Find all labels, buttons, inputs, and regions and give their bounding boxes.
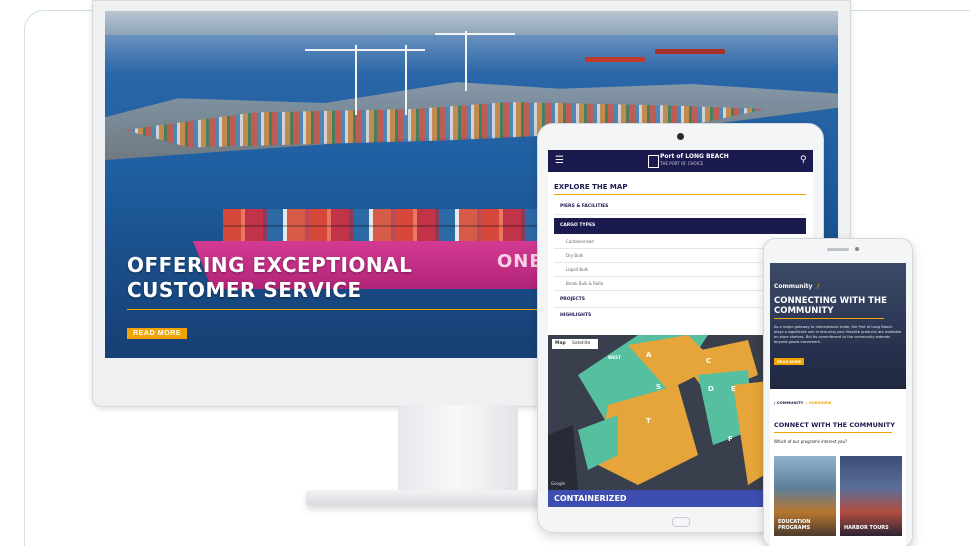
search-icon[interactable]: ⚲	[800, 155, 807, 165]
hero-headline-line1: OFFERING EXCEPTIONAL	[127, 253, 413, 277]
phone-speaker	[827, 248, 849, 251]
map-zone-label[interactable]: E	[731, 385, 736, 393]
map-attribution: Google	[551, 481, 566, 486]
menu-item-label: CARGO TYPES	[560, 223, 596, 228]
hero-headline: OFFERING EXCEPTIONAL CUSTOMER SERVICE	[127, 253, 487, 303]
showcase-frame: ONE OFFERING EXCEPTIONAL CUSTOMER SERVIC…	[0, 0, 970, 546]
site-logo-tagline: THE PORT OF CHOICE	[660, 161, 704, 166]
program-card-label: EDUCATION PROGRAMS	[778, 519, 811, 531]
crane	[405, 45, 407, 115]
monitor-stand-neck	[398, 405, 518, 493]
map-zone-label[interactable]: C	[706, 357, 711, 365]
hero-section-slash: /	[817, 283, 820, 290]
community-intro: As a major gateway to international trad…	[774, 325, 902, 344]
tablet-navbar: ☰ Port of LONG BEACH THE PORT OF CHOICE …	[548, 150, 813, 172]
phone-camera	[855, 247, 859, 251]
map-zone-label[interactable]: A	[646, 351, 651, 359]
program-card-education[interactable]: EDUCATION PROGRAMS	[774, 456, 836, 536]
phone-screen: Community / CONNECTING WITH THE COMMUNIT…	[770, 263, 906, 546]
submenu-item-dry-bulk[interactable]: Dry Bulk	[566, 253, 583, 258]
crane-arm	[435, 33, 515, 35]
site-logo-text[interactable]: Port of LONG BEACH	[660, 153, 729, 160]
breadcrumb-community[interactable]: / COMMUNITY	[774, 400, 803, 405]
community-headline: CONNECTING WITH THE COMMUNITY	[774, 296, 887, 316]
submenu-item-liquid-bulk[interactable]: Liquid Bulk	[566, 267, 588, 272]
hamburger-icon[interactable]: ☰	[555, 155, 564, 166]
tablet-camera	[677, 133, 684, 140]
map-zone-label[interactable]: F	[728, 435, 733, 443]
menu-item-piers[interactable]: PIERS & FACILITIES	[560, 204, 608, 209]
read-more-button[interactable]: READ MORE	[774, 358, 805, 365]
community-hero: Community / CONNECTING WITH THE COMMUNIT…	[770, 263, 906, 389]
port-logo-icon	[648, 155, 659, 168]
tab-satellite[interactable]: Satellite	[572, 341, 590, 346]
title-underline	[554, 194, 806, 195]
headline-divider	[774, 318, 884, 319]
programs-question: Which of our programs interest you?	[774, 439, 848, 444]
map-menu-title: EXPLORE THE MAP	[554, 183, 628, 191]
menu-item-highlights[interactable]: HIGHLIGHTS	[560, 313, 591, 318]
far-shoreline	[105, 11, 838, 35]
cargo-boat	[585, 57, 645, 62]
tab-map[interactable]: Map	[555, 341, 566, 346]
section-title: CONNECT WITH THE COMMUNITY	[774, 421, 895, 429]
hero-section-label: Community	[774, 283, 813, 290]
program-card-harbor-tours[interactable]: HARBOR TOURS	[840, 456, 902, 536]
menu-item-projects[interactable]: PROJECTS	[560, 297, 585, 302]
cargo-boat	[655, 49, 725, 54]
home-button[interactable]	[672, 517, 690, 527]
hero-divider	[127, 309, 557, 310]
read-more-button[interactable]: READ MORE	[127, 328, 188, 339]
submenu-item-containerized[interactable]: Containerized	[566, 239, 594, 244]
ship-brand-text: ONE	[497, 251, 543, 272]
crane-arm	[305, 49, 425, 51]
crane	[355, 45, 357, 115]
program-card-label: HARBOR TOURS	[844, 525, 889, 531]
submenu-item-break-bulk[interactable]: Break Bulk & RoRo	[566, 281, 603, 286]
divider	[554, 214, 806, 215]
map-zone-label[interactable]: T	[646, 417, 651, 425]
crane	[465, 31, 467, 91]
menu-item-cargo-types[interactable]: CARGO TYPES	[554, 218, 806, 234]
breadcrumb-overview[interactable]: / OVERVIEW	[806, 400, 831, 405]
hero-headline-line2: CUSTOMER SERVICE	[127, 278, 362, 302]
map-zone-label[interactable]: D	[708, 385, 714, 393]
map-view-tabs: Map Satellite	[552, 339, 598, 349]
phone-device: Community / CONNECTING WITH THE COMMUNIT…	[763, 238, 913, 546]
cargo-type-label: CONTAINERIZED	[554, 494, 627, 503]
section-underline	[774, 432, 892, 433]
map-zone-label[interactable]: S	[656, 383, 661, 391]
map-area-label: WEST	[608, 355, 621, 360]
